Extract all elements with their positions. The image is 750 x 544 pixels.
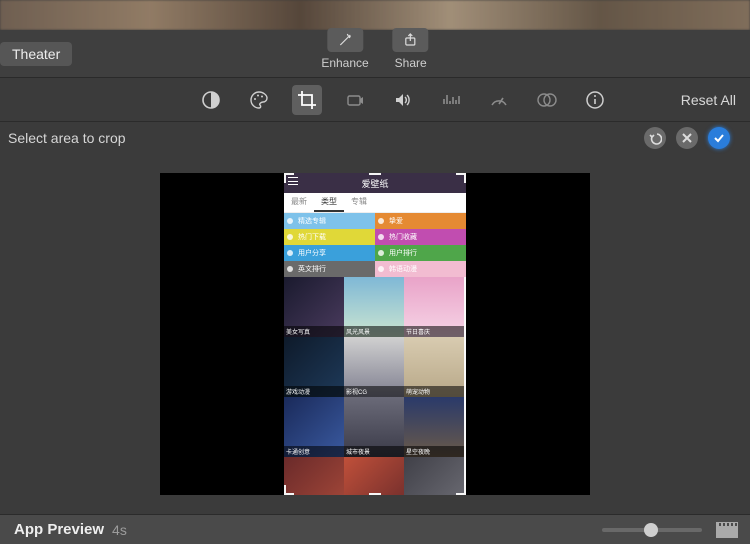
crop-handle[interactable] (464, 173, 466, 183)
timeline-bar: App Preview 4s (0, 514, 750, 544)
crop-handle[interactable] (284, 173, 286, 183)
crop-hint-label: Select area to crop (8, 130, 126, 146)
phone-category: 热门收藏 (375, 229, 466, 245)
phone-tile (404, 457, 464, 495)
enhance-label: Enhance (321, 56, 368, 70)
crop-subbar: Select area to crop (0, 122, 750, 154)
color-balance-icon[interactable] (196, 85, 226, 115)
phone-category: 用户排行 (375, 245, 466, 261)
video-frame[interactable]: 爱壁纸 最新类型专辑 精选专辑挚爱热门下载热门收藏用户分享用户排行英文排行韩语动… (160, 173, 590, 495)
undo-icon[interactable] (644, 127, 666, 149)
clips-view-icon[interactable] (716, 522, 738, 538)
info-icon[interactable] (580, 85, 610, 115)
share-label: Share (395, 56, 427, 70)
phone-app-header: 爱壁纸 (284, 173, 466, 193)
phone-tile: 萌宠动物 (404, 337, 464, 397)
phone-tab: 最新 (284, 193, 314, 212)
theater-button[interactable]: Theater (0, 42, 72, 66)
phone-category: 挚爱 (375, 213, 466, 229)
speed-icon[interactable] (484, 85, 514, 115)
phone-tile: 卡通创意 (284, 397, 344, 457)
phone-tile: 美女写真 (284, 277, 344, 337)
reset-all-button[interactable]: Reset All (681, 92, 736, 108)
top-toolbar: Theater Enhance Share (0, 30, 750, 78)
hamburger-icon (288, 177, 298, 185)
crop-handle[interactable] (464, 485, 466, 495)
adjustments-toolbar: Reset All (0, 78, 750, 122)
cancel-icon[interactable] (676, 127, 698, 149)
crop-handle[interactable] (284, 485, 286, 495)
color-palette-icon[interactable] (244, 85, 274, 115)
phone-grid: 美女写真风光风景节日喜庆游戏动漫影视CG萌宠动物卡通创意城市夜景星空夜晚 (284, 277, 466, 495)
phone-category: 热门下载 (284, 229, 375, 245)
phone-category: 韩语动漫 (375, 261, 466, 277)
crop-handle[interactable] (369, 173, 381, 175)
phone-tab: 专辑 (344, 193, 374, 212)
noise-reduction-icon[interactable] (436, 85, 466, 115)
desktop-background-sliver (0, 0, 750, 30)
confirm-icon[interactable] (708, 127, 730, 149)
share-icon (393, 28, 429, 52)
phone-tile: 星空夜晚 (404, 397, 464, 457)
zoom-slider[interactable] (602, 528, 702, 532)
enhance-button[interactable]: Enhance (321, 28, 368, 70)
phone-tile (344, 457, 404, 495)
magic-wand-icon (327, 28, 363, 52)
phone-tab: 类型 (314, 193, 344, 212)
phone-category: 英文排行 (284, 261, 375, 277)
project-title: App Preview (14, 521, 104, 538)
preview-area: 爱壁纸 最新类型专辑 精选专辑挚爱热门下载热门收藏用户分享用户排行英文排行韩语动… (0, 154, 750, 514)
phone-tile: 城市夜景 (344, 397, 404, 457)
phone-tile (284, 457, 344, 495)
phone-tile: 节日喜庆 (404, 277, 464, 337)
phone-screen-content: 爱壁纸 最新类型专辑 精选专辑挚爱热门下载热门收藏用户分享用户排行英文排行韩语动… (284, 173, 466, 495)
playhead-time: 4s (112, 522, 127, 538)
phone-category: 用户分享 (284, 245, 375, 261)
stabilize-icon[interactable] (340, 85, 370, 115)
share-button[interactable]: Share (393, 28, 429, 70)
video-color-icon[interactable] (532, 85, 562, 115)
phone-tile: 影视CG (344, 337, 404, 397)
phone-category: 精选专辑 (284, 213, 375, 229)
crop-handle[interactable] (369, 493, 381, 495)
phone-tabs: 最新类型专辑 (284, 193, 466, 213)
phone-tile: 游戏动漫 (284, 337, 344, 397)
phone-categories: 精选专辑挚爱热门下载热门收藏用户分享用户排行英文排行韩语动漫 (284, 213, 466, 277)
phone-tile: 风光风景 (344, 277, 404, 337)
volume-icon[interactable] (388, 85, 418, 115)
crop-icon[interactable] (292, 85, 322, 115)
